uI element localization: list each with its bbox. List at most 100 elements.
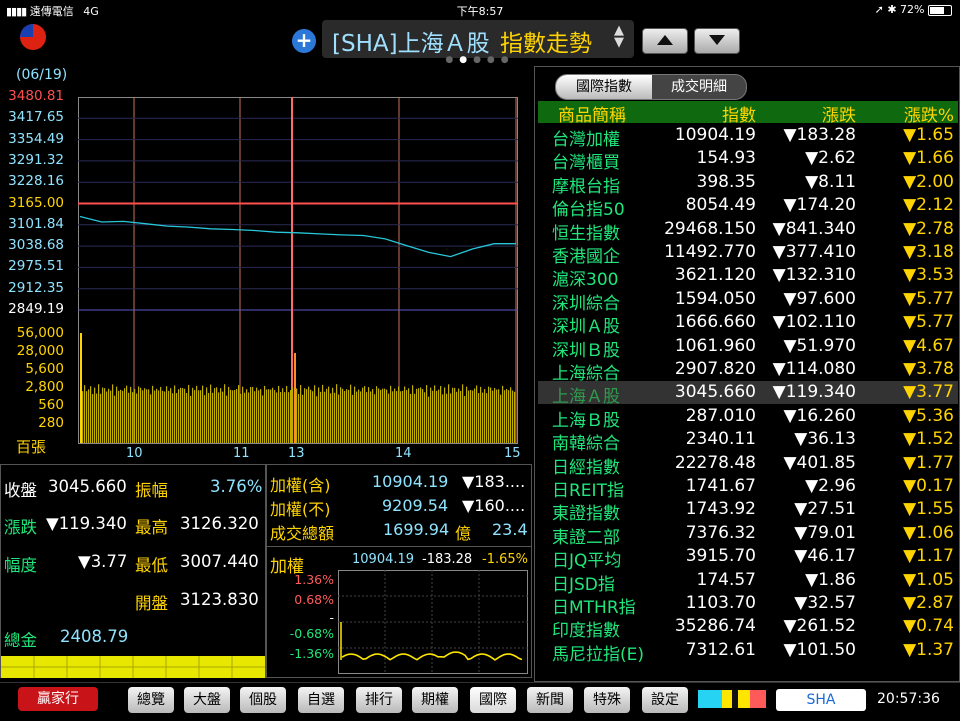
prev-symbol-button[interactable] <box>642 28 688 54</box>
volume-bar <box>226 395 228 443</box>
volume-tick-label: 280 <box>38 415 64 431</box>
symbol-selector[interactable]: [SHA]上海Ａ股 指數走勢 ▲ ▼ <box>322 20 634 58</box>
volume-bar <box>326 388 328 443</box>
taiex-excl-label: 加權(不) <box>270 500 331 519</box>
cell-pct: ▼1.66 <box>903 148 954 169</box>
volume-bar <box>482 392 484 443</box>
volume-bar <box>96 393 98 443</box>
volume-bar <box>212 392 214 443</box>
volume-bar <box>196 385 198 443</box>
volume-bar <box>330 393 332 443</box>
table-row[interactable]: 印度指數 35286.74 ▼261.52 ▼0.74 <box>538 615 958 641</box>
volume-bar <box>368 387 370 443</box>
arrow-up-icon <box>657 35 673 45</box>
turnover-extra: 23.4 <box>492 520 528 539</box>
volume-bar <box>358 389 360 443</box>
tab-trade-detail[interactable]: 成交明細 <box>652 75 746 99</box>
volume-bar <box>428 396 430 443</box>
volume-bar <box>370 391 372 443</box>
volume-bar <box>390 385 392 443</box>
table-row[interactable]: 深圳綜合 1594.050 ▼97.600 ▼5.77 <box>538 288 958 314</box>
volume-bar <box>338 394 340 443</box>
turnover-label: 成交總額 <box>270 524 335 543</box>
toolbar-item[interactable]: 設定 <box>642 687 688 713</box>
volume-bar <box>400 391 402 443</box>
intraday-chart[interactable] <box>78 97 518 445</box>
toolbar-item[interactable]: 排行 <box>356 687 402 713</box>
volume-bar <box>258 390 260 443</box>
volume-bar <box>150 394 152 443</box>
volume-bar <box>312 391 314 443</box>
taiex-incl-label: 加權(含) <box>270 476 331 495</box>
status-bar: ▮▮▮▮ 遠傳電信 4G 下午8:57 ➚ ✱ 72% <box>0 0 960 20</box>
table-row[interactable]: 日REIT指 1741.67 ▼2.96 ▼0.17 <box>538 475 958 501</box>
symbol-badge[interactable]: SHA <box>776 689 866 711</box>
volume-bar <box>270 389 272 443</box>
toolbar-item[interactable]: 個股 <box>240 687 286 713</box>
toolbar-item[interactable]: 大盤 <box>184 687 230 713</box>
table-row[interactable]: 深圳Ａ股 1666.660 ▼102.110 ▼5.77 <box>538 311 958 337</box>
toolbar-item[interactable]: 特殊 <box>584 687 630 713</box>
price-tick-label: 2912.35 <box>8 279 64 296</box>
total-label: 總金 <box>4 631 37 650</box>
table-row[interactable]: 東證指數 1743.92 ▼27.51 ▼1.55 <box>538 498 958 524</box>
tab-international[interactable]: 國際指數 <box>556 75 652 99</box>
cell-pct: ▼5.77 <box>903 312 954 333</box>
volume-bar <box>300 385 302 443</box>
open-label: 開盤 <box>135 594 168 613</box>
toolbar-item[interactable]: 期權 <box>412 687 458 713</box>
col-pct[interactable]: 漲跌% <box>538 101 954 126</box>
table-row[interactable]: 摩根台指 398.35 ▼8.11 ▼2.00 <box>538 171 958 197</box>
table-row[interactable]: 日JSD指 174.57 ▼1.86 ▼1.05 <box>538 569 958 595</box>
table-row[interactable]: 日經指數 22278.48 ▼401.85 ▼1.77 <box>538 452 958 478</box>
volume-tick-label: 2,800 <box>25 379 64 395</box>
add-watchlist-button[interactable]: + <box>292 29 316 53</box>
volume-bar <box>366 392 368 443</box>
next-symbol-button[interactable] <box>694 28 740 54</box>
table-row[interactable]: 倫台指50 8054.49 ▼174.20 ▼2.12 <box>538 194 958 220</box>
volume-bar <box>234 389 236 443</box>
table-row[interactable]: 台灣加權 10904.19 ▼183.28 ▼1.65 <box>538 124 958 150</box>
table-row[interactable]: 東證二部 7376.32 ▼79.01 ▼1.06 <box>538 522 958 548</box>
table-row[interactable]: 南韓綜合 2340.11 ▼36.13 ▼1.52 <box>538 428 958 454</box>
table-row[interactable]: 上海Ｂ股 287.010 ▼16.260 ▼5.36 <box>538 405 958 431</box>
volume-bar <box>440 385 442 443</box>
toolbar-item[interactable]: 自選 <box>298 687 344 713</box>
volume-bar <box>430 387 432 443</box>
volume-bar <box>228 386 230 443</box>
toolbar-item[interactable]: 新聞 <box>527 687 573 713</box>
volume-bar <box>176 393 178 443</box>
toolbar-item[interactable]: 國際 <box>470 687 516 713</box>
volume-bar <box>420 387 422 443</box>
table-row[interactable]: 日MTHR指 1103.70 ▼32.57 ▼2.87 <box>538 592 958 618</box>
toolbar-item[interactable]: 總覽 <box>128 687 174 713</box>
volume-bar <box>290 389 292 443</box>
volume-bar <box>496 389 498 443</box>
volume-bar <box>98 384 100 443</box>
volume-bar <box>372 389 374 443</box>
volume-bar <box>214 388 216 443</box>
taiwan-flag-icon[interactable] <box>20 24 46 50</box>
volume-bar <box>360 391 362 443</box>
volume-bar <box>178 389 180 443</box>
table-row[interactable]: 馬尼拉指(E) 7312.61 ▼101.50 ▼1.37 <box>538 639 958 665</box>
low-value: 3007.440 <box>180 552 259 571</box>
volume-bar <box>398 386 400 443</box>
table-row[interactable]: 日JQ平均 3915.70 ▼46.17 ▼1.17 <box>538 545 958 571</box>
volume-bar <box>436 390 438 443</box>
table-row[interactable]: 上海Ａ股 3045.660 ▼119.340 ▼3.77 <box>538 381 958 407</box>
volume-bar <box>102 387 104 443</box>
volume-bar <box>256 387 258 443</box>
table-row[interactable]: 台灣櫃買 154.93 ▼2.62 ▼1.66 <box>538 147 958 173</box>
table-row[interactable]: 香港國企 11492.770 ▼377.410 ▼3.18 <box>538 241 958 267</box>
table-row[interactable]: 深圳Ｂ股 1061.960 ▼51.970 ▼4.67 <box>538 335 958 361</box>
volume-bar <box>302 394 304 443</box>
table-row[interactable]: 上海綜合 2907.820 ▼114.080 ▼3.78 <box>538 358 958 384</box>
table-row[interactable]: 恒生指數 29468.150 ▼841.340 ▼2.78 <box>538 218 958 244</box>
table-header: 商品簡稱 指數 漲跌 漲跌% <box>538 101 958 126</box>
taiex-incl-value: 10904.19 <box>372 472 449 491</box>
table-row[interactable]: 滬深300 3621.120 ▼132.310 ▼3.53 <box>538 264 958 290</box>
mini-y-tick: -0.68% <box>289 626 334 641</box>
taiex-mini-chart[interactable] <box>338 570 528 674</box>
brand-button[interactable]: 贏家行 <box>18 687 98 711</box>
